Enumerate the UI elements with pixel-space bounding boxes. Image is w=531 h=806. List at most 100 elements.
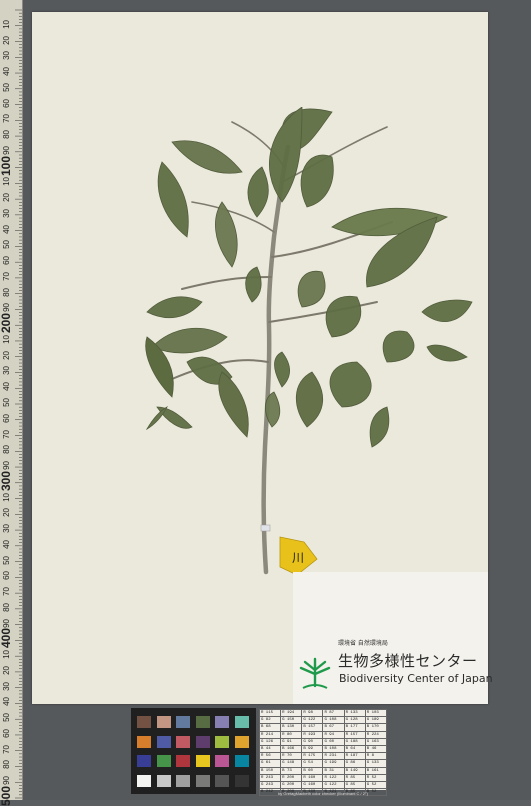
ruler-minor-label: 80 [2,445,11,455]
table-cell: B 44 [258,744,282,754]
color-swatch [195,716,210,728]
ruler-minor-label: 90 [2,145,11,155]
color-swatch [156,735,171,748]
color-swatch [195,735,210,748]
ruler-minor-label: 20 [2,665,11,675]
table-cell: R 115 [258,708,282,718]
stem-label-band [260,524,271,532]
table-cell: G 160 [301,780,324,790]
ruler-minor-label: 80 [2,130,11,139]
table-cell: B 99 [301,744,324,754]
ruler-minor-label: 90 [2,618,11,628]
ruler-minor-label: 50 [2,555,11,565]
ruler-major-label: 500 [0,786,13,806]
ruler-minor-label: 60 [2,413,11,423]
ruler-minor-label: 50 [2,713,11,723]
table-cell: G 108 [322,716,345,725]
color-swatch [215,716,229,728]
table-cell: G 189 [364,716,388,725]
ruler-minor-label: 10 [2,650,11,660]
ruler-minor-label: 80 [2,602,11,612]
ruler-minor-label: 30 [2,524,11,533]
ruler-minor-label: 40 [2,67,11,76]
table-cell: G 126 [258,737,282,746]
ruler-minor-label: 70 [2,114,11,124]
ruler-minor-label: 40 [2,539,11,549]
table-cell: R 80 [280,730,303,739]
color-swatch [234,716,249,728]
table-row: B 68 B 130 B 157 B 67 B 177 B 170 [258,723,388,732]
table-cell: B 157 [301,723,324,732]
color-swatch [176,716,190,728]
color-swatch [215,735,229,748]
table-row: R 56 R 70 R 175 R 231 R 187 R 8 [258,752,388,761]
measuring-ruler: 10 20 30 40 50 60 70 80 90 100 10 20 30 40 50 60 70 80 90 2… [0,0,23,806]
table-cell: G 200 [280,780,303,790]
table-cell: G 60 [322,737,345,746]
ruler-minor-label: 70 [2,429,11,439]
table-cell: G 163 [364,737,388,746]
table-cell: B 108 [322,744,345,754]
ruler-major-label: 200 [0,313,13,334]
institution-logo-block: 環境省 自然環境局 生物多様性センター Biodiversity Center … [293,572,493,704]
table-cell: R 157 [343,730,366,739]
table-cell: R 231 [322,752,345,761]
ruler-minor-label: 30 [2,208,11,218]
tree-logo-icon [299,657,331,689]
color-swatch [156,716,171,728]
color-swatch [176,735,190,748]
table-row: R 115 R 194 R 98 R 87 R 133 R 103 [258,708,388,718]
table-cell: B 150 [258,766,282,775]
table-cell: G 90 [301,737,324,746]
color-swatch [215,755,229,767]
table-cell: R 8 [364,752,388,761]
table-cell: G 243 [258,780,282,790]
ruler-minor-label: 20 [2,193,11,203]
specimen-tag: 川 [279,536,318,576]
table-row: G 126 G 91 G 90 G 60 G 188 G 163 [258,737,388,746]
table-row: G 243 G 200 G 160 G 122 G 85 G 52 [258,780,388,790]
table-cell: R 224 [364,730,388,739]
table-cell: R 133 [343,708,366,718]
color-swatch [137,774,151,787]
table-cell: G 199 [322,759,345,768]
ruler-minor-label: 60 [2,256,11,266]
color-swatch [137,735,151,748]
table-cell: G 133 [364,759,388,768]
table-cell: G 122 [301,716,324,725]
table-cell: G 128 [343,716,366,725]
institution-name-japanese: 生物多様性センター [338,652,478,670]
table-cell: R 87 [322,708,345,718]
ruler-major-label: 100 [0,155,13,176]
ruler-major-label: 300 [0,470,13,491]
table-cell: R 98 [301,708,324,718]
table-row: B 44 B 166 B 99 B 108 B 64 B 46 [258,744,388,754]
color-swatch [195,755,210,767]
table-cell: G 91 [280,737,303,746]
color-swatch [234,774,249,787]
table-cell: G 54 [301,759,324,768]
ruler-minor-label: 80 [2,760,11,770]
table-cell: G 61 [258,759,282,768]
table-cell: B 68 [258,723,282,732]
ruler-minor-label: 60 [2,571,11,581]
ruler-minor-label: 40 [2,697,11,707]
color-values-table: R 115 R 194 R 98 R 87 R 133 R 103 G 82 G 150 G 1… [258,708,388,797]
table-cell: G 150 [280,716,303,725]
table-cell: G 85 [343,780,366,790]
table-cell: R 214 [258,730,282,739]
table-row: G 82 G 150 G 122 G 108 G 128 G 189 [258,716,388,725]
color-checker-chart [131,708,256,794]
ruler-minor-label: 20 [2,350,11,360]
ruler-minor-label: 80 [2,287,11,297]
ruler-minor-label: 10 [2,177,11,187]
color-swatch [137,716,151,728]
ruler-minor-label: 10 [2,492,11,502]
ministry-label: 環境省 自然環境局 [338,640,388,647]
table-cell: R 70 [280,752,303,761]
table-cell: B 67 [322,723,345,732]
table-cell: B 177 [343,723,366,732]
table-cell: R 200 [280,773,303,782]
table-cell: B 149 [343,766,366,775]
ruler-minor-label: 10 [2,334,11,344]
